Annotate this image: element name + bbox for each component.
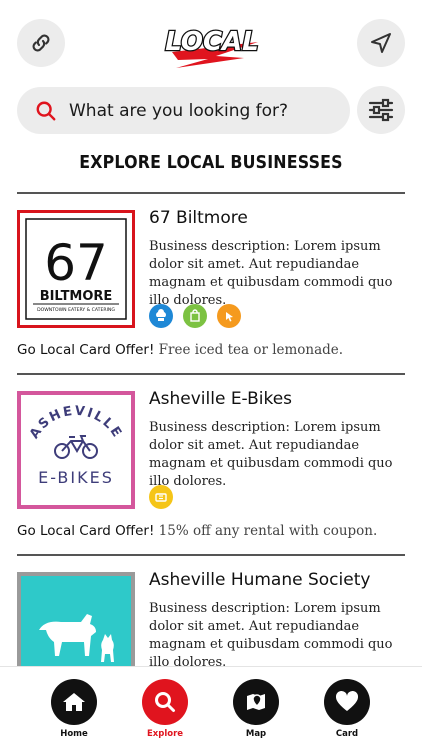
sliders-icon xyxy=(368,98,394,122)
home-icon[interactable] xyxy=(51,679,97,725)
local-logo: LOCAL xyxy=(158,22,266,68)
link-button[interactable] xyxy=(17,19,65,67)
top-bar: LOCAL xyxy=(0,0,422,86)
business-description: Business description: Lorem ipsum dolor … xyxy=(149,601,393,666)
business-tags xyxy=(149,485,173,509)
business-description: Business description: Lorem ipsum dolor … xyxy=(149,239,393,308)
chef-hat-icon xyxy=(149,304,173,328)
business-name[interactable]: Asheville E-Bikes xyxy=(149,389,292,409)
offer-text: 15% off any rental with coupon. xyxy=(158,523,378,539)
filter-button[interactable] xyxy=(357,86,405,134)
business-card-67-biltmore[interactable]: 67 BILTMORE DOWNTOWN EATERY & CATERING 6… xyxy=(17,192,405,373)
business-logo-67-biltmore[interactable]: 67 BILTMORE DOWNTOWN EATERY & CATERING xyxy=(17,210,135,328)
navigate-button[interactable] xyxy=(357,19,405,67)
logo-word: BILTMORE xyxy=(40,289,113,304)
cursor-click-icon xyxy=(217,304,241,328)
ticket-icon xyxy=(149,485,173,509)
nav-label[interactable]: Card xyxy=(336,729,358,739)
logo-bottom-text: E-BIKES xyxy=(38,468,114,487)
business-logo-asheville-e-bikes[interactable]: ASHEVILLE E-BIKES xyxy=(17,391,135,509)
nav-map[interactable]: Map xyxy=(226,679,286,739)
navigation-arrow-icon xyxy=(371,33,391,53)
link-icon xyxy=(32,34,50,52)
business-logo-asheville-humane-society[interactable] xyxy=(17,572,135,666)
heart-icon[interactable] xyxy=(324,679,370,725)
nav-card[interactable]: Card xyxy=(317,679,377,739)
business-card-asheville-humane-society[interactable]: Asheville Humane Society Business descri… xyxy=(17,554,405,666)
section-title: EXPLORE LOCAL BUSINESSES xyxy=(79,152,343,173)
search-icon xyxy=(36,101,56,120)
search-bar[interactable]: What are you looking for? xyxy=(17,87,350,134)
business-name[interactable]: 67 Biltmore xyxy=(149,208,248,228)
nav-label[interactable]: Map xyxy=(246,729,266,739)
shopping-bag-icon xyxy=(183,304,207,328)
offer-label: Go Local Card Offer! xyxy=(17,523,155,539)
card-offer: Go Local Card Offer! 15% off any rental … xyxy=(17,523,377,539)
map-pin-icon[interactable] xyxy=(233,679,279,725)
logo-tagline: DOWNTOWN EATERY & CATERING xyxy=(37,307,115,313)
business-name[interactable]: Asheville Humane Society xyxy=(149,570,370,590)
business-tags xyxy=(149,304,241,328)
nav-label[interactable]: Explore xyxy=(147,729,183,739)
nav-explore[interactable]: Explore xyxy=(135,679,195,739)
search-icon[interactable] xyxy=(142,679,188,725)
search-placeholder[interactable]: What are you looking for? xyxy=(69,101,288,121)
business-list[interactable]: 67 BILTMORE DOWNTOWN EATERY & CATERING 6… xyxy=(0,192,422,666)
nav-label[interactable]: Home xyxy=(60,729,88,739)
offer-text: Free iced tea or lemonade. xyxy=(158,342,344,358)
business-description: Business description: Lorem ipsum dolor … xyxy=(149,420,393,489)
logo-number: 67 xyxy=(44,234,108,292)
offer-label: Go Local Card Offer! xyxy=(17,342,155,358)
business-card-asheville-e-bikes[interactable]: ASHEVILLE E-BIKES Asheville E-Bikes Busi… xyxy=(17,373,405,554)
bottom-navigation: Home Explore Map Card xyxy=(0,666,422,750)
card-offer: Go Local Card Offer! Free iced tea or le… xyxy=(17,342,343,358)
nav-home[interactable]: Home xyxy=(44,679,104,739)
logo-text: LOCAL xyxy=(165,27,259,57)
